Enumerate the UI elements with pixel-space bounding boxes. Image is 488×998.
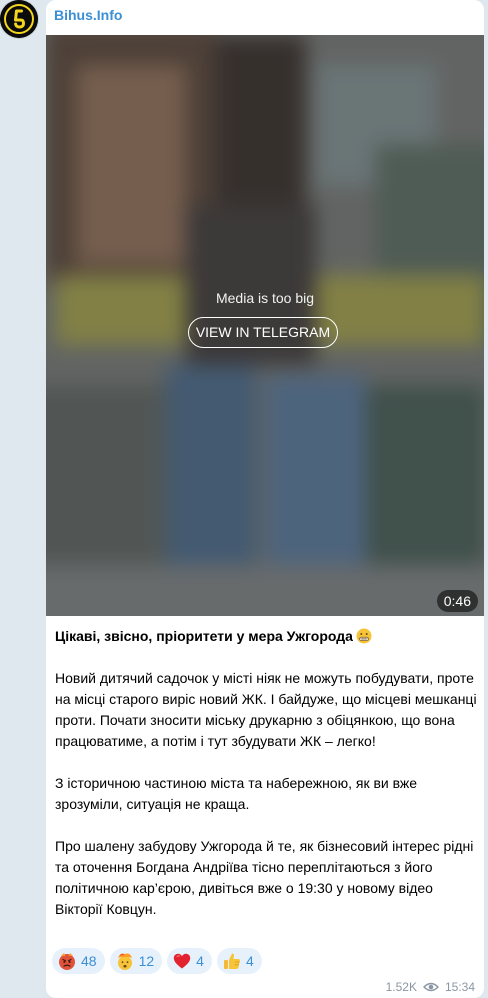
message-time: 15:34 [444,980,475,994]
channel-name[interactable]: Bihus.Info [54,7,122,23]
video-preview[interactable]: Media is too big VIEW IN TELEGRAM 0:46 [46,35,484,616]
reaction-count: 4 [196,953,204,969]
reaction-count: 4 [245,953,254,969]
grimacing-face-icon [356,628,372,644]
post-text: Цікаві, звісно, пріоритети у мера Ужгоро… [55,626,477,941]
angry-face-icon [59,953,75,970]
reaction-heart[interactable]: 4 [167,948,212,974]
reaction-count: 12 [138,953,155,969]
post-paragraph: З історичною частиною міста та набережно… [55,775,418,812]
post-paragraph: Новий дитячий садочок у місті ніяк не мо… [55,670,477,749]
red-heart-icon [173,953,191,969]
message-meta: 1.52K 15:34 [386,980,475,994]
thumbs-up-icon [223,953,240,969]
video-duration-badge: 0:46 [436,590,478,612]
media-too-big-message: Media is too big [215,290,315,306]
post-title-text: Цікаві, звісно, пріоритети у мера Ужгоро… [55,628,353,644]
channel-avatar[interactable] [0,0,38,38]
post-title: Цікаві, звісно, пріоритети у мера Ужгоро… [55,626,477,647]
message-bubble: Bihus.Info Media is too big VIEW IN TELE… [46,0,484,998]
view-in-telegram-button[interactable]: VIEW IN TELEGRAM [188,317,338,348]
view-count: 1.52K [385,980,417,994]
eye-icon [422,982,439,992]
post-paragraph: Про шалену забудову Ужгорода й те, як бі… [55,838,474,917]
reaction-angry[interactable]: 48 [52,948,105,974]
exploding-head-icon [117,953,132,970]
reaction-exploding-head[interactable]: 12 [109,948,163,974]
reaction-count: 48 [81,953,97,969]
bihus-logo-icon [0,0,38,38]
reaction-thumbs-up[interactable]: 4 [216,948,262,974]
reactions-bar: 48 12 4 4 [52,948,267,974]
